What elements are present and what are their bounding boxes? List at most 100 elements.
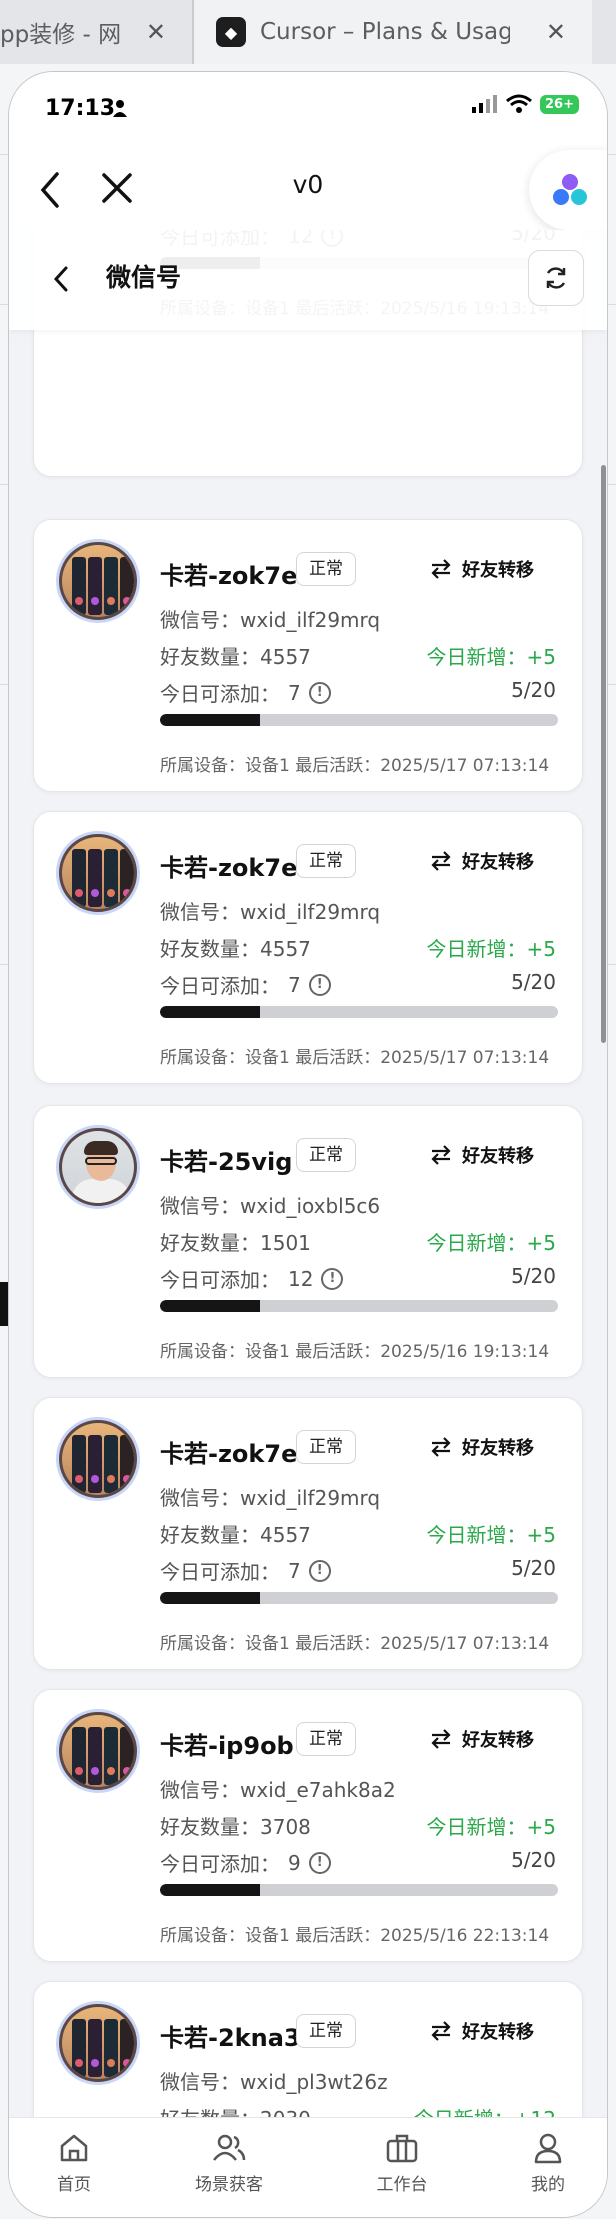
home-icon <box>60 2134 88 2162</box>
today-new-value: +5 <box>526 1815 556 1839</box>
info-icon[interactable]: ! <box>308 681 331 704</box>
tab-label: 工作台 <box>376 2175 428 2195</box>
account-card[interactable]: 卡若-zok7e 正常 好友转移 微信号：wxid_ilf29mrq 好友数量：4557… <box>33 1397 583 1670</box>
account-card[interactable]: 卡若-2kna3正常 好友转移微信号：wxid_pl3wt26z 好友数量：2030… <box>33 1981 583 2117</box>
cellular-signal-icon <box>472 95 498 113</box>
account-card[interactable]: 卡若-ip9ob 正常 好友转移 微信号：wxid_e7ahk8a2 好友数量：3708… <box>33 1689 583 1962</box>
tab-label: 场景获客 <box>195 2175 263 2195</box>
friend-count-label: 好友数量： <box>160 937 260 961</box>
transfer-icon <box>431 851 451 871</box>
browser-tab[interactable]: pp装修 - 网 ✕ <box>0 0 192 64</box>
friend-transfer-button[interactable]: 好友转移 <box>430 1434 534 1460</box>
friend-count-value: 1501 <box>260 1231 311 1255</box>
wechat-id-label: 微信号： <box>160 2070 240 2094</box>
avatar <box>56 539 140 623</box>
last-active-value: 2025/5/17 07:13:14 <box>380 1048 550 1068</box>
browser-tab[interactable]: ◆ Cursor – Plans & Usage ✕ <box>194 0 592 64</box>
tab-scene-acquisition[interactable]: 场景获客 <box>169 2132 289 2195</box>
close-icon[interactable]: ✕ <box>546 18 566 46</box>
friend-transfer-button[interactable]: 好友转移 <box>430 1726 534 1752</box>
wechat-id: 微信号：wxid_ilf29mrq <box>160 896 380 925</box>
wechat-id-label: 微信号： <box>160 1194 240 1218</box>
account-card[interactable]: 卡若-25vig 正常 好友转移 微信号：wxid_ioxbl5c6 好友数量：1501… <box>33 1105 583 1378</box>
device-value: 设备1 <box>245 1048 290 1068</box>
bottom-tab-bar: 首页 场景获客 工作台 我的 <box>9 2117 607 2217</box>
tab-label: 我的 <box>531 2175 565 2195</box>
info-icon[interactable]: ! <box>308 973 331 996</box>
friend-transfer-button[interactable]: 好友转移 <box>430 556 534 582</box>
poster-dot <box>75 1475 83 1483</box>
poster-dot <box>91 1767 99 1775</box>
tab-workbench[interactable]: 工作台 <box>342 2132 462 2195</box>
back-icon[interactable] <box>53 266 69 292</box>
transfer-icon <box>431 1145 451 1165</box>
transfer-label: 好友转移 <box>462 1438 534 1459</box>
device-value: 设备1 <box>245 1634 290 1654</box>
tab-home[interactable]: 首页 <box>14 2132 134 2195</box>
refresh-button[interactable] <box>528 250 584 306</box>
friend-count: 好友数量：4557 <box>160 933 311 962</box>
friend-transfer-button[interactable]: 好友转移 <box>430 1142 534 1168</box>
quota: 5/20 <box>511 1264 556 1288</box>
friend-transfer-button[interactable]: 好友转移 <box>430 848 534 874</box>
quota: 5/20 <box>511 678 556 702</box>
last-active-label: 最后活跃： <box>295 756 381 776</box>
info-icon[interactable]: ! <box>308 1851 331 1874</box>
avatar <box>56 1709 140 1793</box>
account-card[interactable]: 卡若-zok7e 正常 好友转移 微信号：wxid_ilf29mrq 好友数量：4557… <box>33 811 583 1084</box>
device-info: 所属设备：设备1 最后活跃：2025/5/16 19:13:14 <box>160 1337 549 1362</box>
last-active-value: 2025/5/17 07:13:14 <box>380 1634 550 1654</box>
today-can-add-label: 今日可添加： <box>160 682 280 706</box>
close-icon[interactable]: ✕ <box>146 18 166 46</box>
poster-dot <box>91 2059 99 2067</box>
device-label: 所属设备： <box>160 1342 245 1362</box>
poster-strip <box>120 1435 134 1493</box>
last-active-label: 最后活跃： <box>295 1926 381 1946</box>
friend-count-value: 4557 <box>260 1523 311 1547</box>
friend-count: 好友数量：1501 <box>160 1227 311 1256</box>
transfer-label: 好友转移 <box>462 560 534 581</box>
background-block <box>0 1282 8 1326</box>
today-can-add-label: 今日可添加： <box>160 974 280 998</box>
today-can-add-label: 今日可添加： <box>160 1560 280 1584</box>
page-title: 微信号 <box>106 263 182 292</box>
poster-strip <box>104 1435 118 1493</box>
app-logo-button[interactable] <box>529 150 607 230</box>
nav-title: v0 <box>292 170 324 199</box>
scroll-content[interactable]: 微信号 今日可添加：12!5/20所属设备：设备1 最后活跃：2025/5/16… <box>9 230 607 2117</box>
briefcase-icon <box>386 2134 418 2163</box>
friend-count-value: 4557 <box>260 645 311 669</box>
today-new-label: 今日新增： <box>426 1815 527 1839</box>
last-active-label: 最后活跃： <box>295 1634 381 1654</box>
status-badge: 正常 <box>296 1722 356 1756</box>
friend-transfer-button[interactable]: 好友转移 <box>430 2018 534 2044</box>
tab-mine[interactable]: 我的 <box>488 2132 607 2195</box>
poster-strip <box>72 1435 86 1493</box>
info-icon[interactable]: ! <box>308 1559 331 1582</box>
poster-dot <box>107 2059 115 2067</box>
transfer-label: 好友转移 <box>462 2022 534 2043</box>
poster-dot <box>123 1475 131 1483</box>
today-new-label: 今日新增： <box>426 937 527 961</box>
today-can-add: 今日可添加： 7! <box>160 970 331 999</box>
today-new-value: +5 <box>526 645 556 669</box>
today-new: 今日新增：+5 <box>427 1811 556 1840</box>
poster-strip <box>72 849 86 907</box>
poster-strip <box>120 1727 134 1785</box>
wechat-id-value: wxid_ilf29mrq <box>240 608 381 632</box>
avatar-image <box>62 1715 134 1787</box>
today-new-label: 今日新增： <box>426 645 527 669</box>
friend-count: 好友数量：3708 <box>160 1811 311 1840</box>
tab-label: 首页 <box>57 2175 91 2195</box>
info-icon[interactable]: ! <box>321 1267 344 1290</box>
poster-dot <box>123 1767 131 1775</box>
friend-count: 好友数量：2030 <box>160 2103 311 2117</box>
today-can-add-value: 7 <box>288 972 301 997</box>
account-card[interactable]: 卡若-zok7e 正常 好友转移 微信号：wxid_ilf29mrq 好友数量：4557… <box>33 519 583 792</box>
avatar-hair <box>84 1141 118 1155</box>
friend-count-label: 好友数量： <box>160 1523 260 1547</box>
poster-strip <box>88 557 102 615</box>
poster-dot <box>75 2059 83 2067</box>
scrollbar[interactable] <box>601 465 606 1043</box>
avatar-glasses <box>85 1157 117 1165</box>
